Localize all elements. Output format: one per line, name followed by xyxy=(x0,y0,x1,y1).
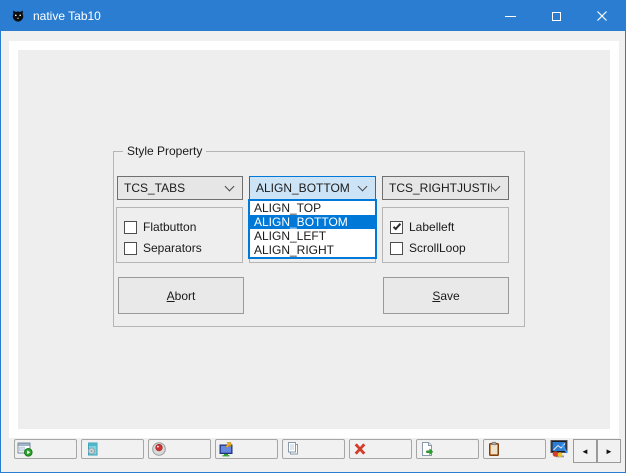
export-document-icon xyxy=(419,441,435,457)
scrollloop-checkbox[interactable] xyxy=(390,242,403,255)
toolbar-panel-clipboard[interactable] xyxy=(483,439,546,459)
tabs-combobox-value: TCS_TABS xyxy=(118,181,226,195)
justify-combobox[interactable]: TCS_RIGHTJUSTIFY xyxy=(382,176,509,200)
align-combobox-value: ALIGN_BOTTOM xyxy=(250,181,359,195)
save-button[interactable]: Save xyxy=(383,277,509,314)
window-title: native Tab10 xyxy=(33,9,101,23)
right-checkbox-frame: Labelleft ScrollLoop xyxy=(382,207,509,263)
align-combobox[interactable]: ALIGN_BOTTOM xyxy=(249,176,376,200)
align-dropdown-list: ALIGN_TOP ALIGN_BOTTOM ALIGN_LEFT ALIGN_… xyxy=(248,199,377,259)
justify-combobox-value: TCS_RIGHTJUSTIFY xyxy=(383,181,492,195)
copy-icon xyxy=(285,441,301,457)
toolbar-panel-export[interactable] xyxy=(416,439,479,459)
app-panther-icon xyxy=(10,8,26,24)
labelleft-label: Labelleft xyxy=(409,220,454,234)
separators-label: Separators xyxy=(143,241,202,255)
app-window: native Tab10 Style Property TCS_TABS ALI… xyxy=(0,0,626,473)
abort-button-label: bort xyxy=(175,289,196,303)
groupbox-title: Style Property xyxy=(123,144,206,158)
close-icon xyxy=(597,11,607,21)
titlebar: native Tab10 xyxy=(1,1,625,31)
dropdown-option-align-bottom[interactable]: ALIGN_BOTTOM xyxy=(250,215,375,229)
flatbutton-label: Flatbutton xyxy=(143,220,196,234)
flatbutton-checkbox[interactable] xyxy=(124,221,137,234)
toolbar-panel-run[interactable] xyxy=(14,439,77,459)
chevron-down-icon xyxy=(491,182,501,192)
arrow-left-icon: ◄ xyxy=(581,447,589,456)
toolbar-panel-delete[interactable] xyxy=(349,439,412,459)
close-button[interactable] xyxy=(579,1,625,31)
display-properties-button[interactable] xyxy=(549,438,570,459)
minimize-button[interactable] xyxy=(487,1,533,31)
clipboard-icon xyxy=(486,441,502,457)
labelleft-checkbox[interactable] xyxy=(390,221,403,234)
screen-capture-icon xyxy=(218,441,234,457)
maximize-icon xyxy=(552,12,561,21)
tabs-combobox[interactable]: TCS_TABS xyxy=(117,176,243,200)
record-icon xyxy=(151,441,167,457)
separators-checkbox[interactable] xyxy=(124,242,137,255)
scrollloop-label: ScrollLoop xyxy=(409,241,466,255)
chevron-down-icon xyxy=(225,182,235,192)
scroll-right-button[interactable]: ► xyxy=(597,439,621,463)
scroll-left-button[interactable]: ◄ xyxy=(573,439,597,463)
arrow-right-icon: ► xyxy=(605,447,613,456)
abort-button-accesskey: A xyxy=(167,289,175,303)
dropdown-option-align-top[interactable]: ALIGN_TOP xyxy=(250,201,375,215)
setup-package-icon xyxy=(84,441,100,457)
left-checkbox-frame: Flatbutton Separators xyxy=(116,207,243,263)
save-button-label: ave xyxy=(440,289,459,303)
minimize-icon xyxy=(505,16,516,17)
toolbar-panel-capture[interactable] xyxy=(215,439,278,459)
maximize-button[interactable] xyxy=(533,1,579,31)
dropdown-option-align-left[interactable]: ALIGN_LEFT xyxy=(250,229,375,243)
display-properties-icon xyxy=(549,438,570,459)
toolbar-panel-copy[interactable] xyxy=(282,439,345,459)
delete-icon xyxy=(352,441,368,457)
checkmark-icon xyxy=(393,221,401,230)
toolbar-panel-record[interactable] xyxy=(148,439,211,459)
toolbar-panel-setup[interactable] xyxy=(81,439,144,459)
chevron-down-icon xyxy=(358,182,368,192)
dropdown-option-align-right[interactable]: ALIGN_RIGHT xyxy=(250,243,375,257)
abort-button[interactable]: Abort xyxy=(118,277,244,314)
run-form-icon xyxy=(17,441,33,457)
